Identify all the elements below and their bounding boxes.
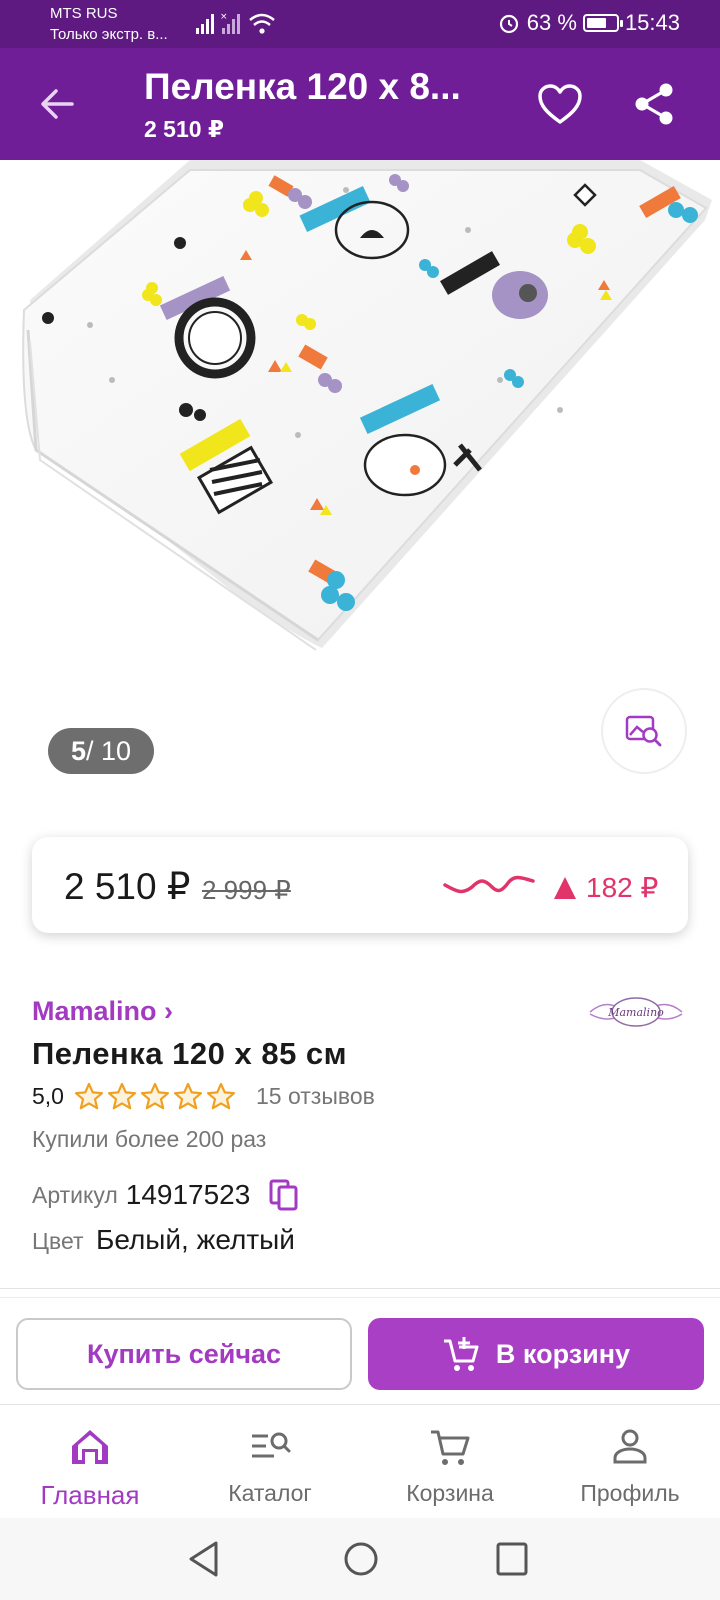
operator-name: MTS RUS <box>50 5 118 22</box>
nav-catalog-label: Каталог <box>228 1480 312 1506</box>
brand-logo[interactable]: Mamalino <box>586 990 686 1034</box>
product-name: Пеленка 120 x 85 см <box>32 1036 348 1071</box>
nav-home[interactable]: Главная <box>0 1420 180 1518</box>
brand-link[interactable]: Mamalino › <box>32 996 173 1027</box>
svg-text:Mamalino: Mamalino <box>607 1006 664 1019</box>
home-icon <box>72 1430 108 1464</box>
purchase-count: Купили более 200 раз <box>32 1126 267 1152</box>
add-to-cart-label: В корзину <box>495 1338 631 1369</box>
article-row: Артикул 14917523 <box>32 1178 300 1212</box>
system-back-icon[interactable] <box>186 1540 222 1578</box>
star-icon <box>107 1082 137 1110</box>
nav-profile-label: Профиль <box>580 1480 680 1506</box>
system-recents-icon[interactable] <box>494 1540 530 1578</box>
page-title: Пеленка 120 x 8... <box>144 66 461 107</box>
svg-text:×: × <box>220 12 228 22</box>
buy-now-button[interactable]: Купить сейчас <box>16 1318 352 1390</box>
page-subtitle-price: 2 510 ₽ <box>144 116 224 142</box>
rating-row[interactable]: 5,0 15 отзывов <box>32 1082 375 1110</box>
battery-icon <box>582 14 623 32</box>
status-right: 63 % 15:43 <box>497 10 680 36</box>
star-icon <box>206 1082 236 1110</box>
status-bar: MTS RUS Только экстр. в... × 63 % 15:43 <box>0 0 720 48</box>
gallery-counter-current: 5 <box>70 735 86 766</box>
rating-value: 5,0 <box>32 1082 64 1109</box>
price-change: 182 ₽ <box>554 871 658 904</box>
clock: 15:43 <box>624 10 680 35</box>
divider <box>0 1404 720 1405</box>
alarm-icon <box>499 14 518 34</box>
reviews-count[interactable]: 15 отзывов <box>256 1083 375 1110</box>
star-icon <box>74 1082 104 1110</box>
price-card[interactable]: 2 510 ₽ 2 999 ₽ 182 ₽ <box>32 837 688 933</box>
color-value: Белый, желтый <box>95 1224 295 1255</box>
product-image-gallery[interactable]: 5 / 10 <box>0 160 720 790</box>
color-row: Цвет Белый, желтый <box>32 1224 295 1256</box>
arrow-left-icon[interactable] <box>36 82 80 126</box>
current-price: 2 510 ₽ <box>64 866 191 907</box>
gallery-counter: 5 / 10 <box>48 728 154 774</box>
system-home-icon[interactable] <box>342 1540 380 1578</box>
nav-profile[interactable]: Профиль <box>540 1420 720 1518</box>
share-icon[interactable] <box>630 80 678 128</box>
operator-status: Только экстр. в... <box>50 26 168 43</box>
color-label: Цвет <box>32 1228 84 1254</box>
profile-icon <box>613 1429 647 1464</box>
divider <box>0 1297 720 1298</box>
catalog-search-icon <box>252 1432 291 1458</box>
star-rating <box>74 1082 236 1110</box>
old-price: 2 999 ₽ <box>202 875 291 905</box>
nav-cart-label: Корзина <box>406 1480 494 1506</box>
article-value: 14917523 <box>125 1179 251 1210</box>
gallery-counter-total: / 10 <box>85 735 132 766</box>
add-to-cart-button[interactable]: В корзину <box>368 1318 704 1390</box>
star-icon <box>173 1082 203 1110</box>
heart-icon[interactable] <box>536 81 584 127</box>
image-search-button[interactable] <box>601 688 687 774</box>
nav-home-label: Главная <box>40 1480 140 1510</box>
add-cart-icon <box>443 1337 479 1371</box>
divider <box>0 1288 720 1289</box>
price-history-icon <box>443 875 535 894</box>
signal-wifi-icon: × <box>196 12 275 34</box>
arrow-up-icon <box>554 876 576 899</box>
product-photo <box>22 160 712 651</box>
price-change-value: 182 ₽ <box>586 872 659 903</box>
app-bar: Пеленка 120 x 8... 2 510 ₽ <box>0 48 720 160</box>
image-search-icon <box>625 715 662 747</box>
nav-cart[interactable]: Корзина <box>360 1420 540 1518</box>
cart-icon <box>431 1430 470 1465</box>
article-label: Артикул <box>32 1181 118 1208</box>
battery-percent: 63 % <box>526 10 577 35</box>
nav-catalog[interactable]: Каталог <box>180 1420 360 1518</box>
system-navigation-bar <box>0 1518 720 1600</box>
star-icon <box>140 1082 170 1110</box>
copy-icon[interactable] <box>268 1178 300 1212</box>
